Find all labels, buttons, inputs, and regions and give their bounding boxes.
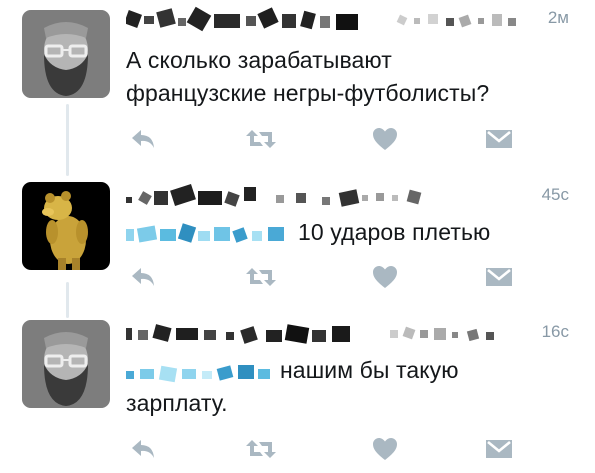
avatar[interactable] xyxy=(22,320,110,408)
tweet-time[interactable]: 2м xyxy=(548,8,569,28)
tweet-text-content: 10 ударов плетью xyxy=(298,219,491,245)
retweet-icon[interactable] xyxy=(244,434,278,464)
retweet-icon[interactable] xyxy=(244,124,278,154)
tweet-text-line: нашим бы такую xyxy=(126,354,565,387)
like-heart-icon[interactable] xyxy=(368,124,402,154)
redacted-username[interactable] xyxy=(126,6,426,34)
tweet-text-line: зарплату. xyxy=(126,390,228,416)
redacted-mention[interactable] xyxy=(126,359,276,385)
reply-icon[interactable] xyxy=(126,434,160,464)
direct-message-icon[interactable] xyxy=(482,434,516,464)
tweet-text-line: А сколько зарабатывают xyxy=(126,47,392,73)
tweet-actions xyxy=(126,262,526,292)
retweet-icon[interactable] xyxy=(244,262,278,292)
redacted-handle[interactable] xyxy=(388,322,518,346)
tweet-text: 10 ударов плетью xyxy=(126,216,565,249)
like-heart-icon[interactable] xyxy=(368,434,402,464)
tweet-actions xyxy=(126,434,526,464)
tweet-text-content: нашим бы такую xyxy=(280,357,459,383)
redacted-handle[interactable] xyxy=(358,185,448,209)
redacted-handle[interactable] xyxy=(394,8,564,32)
redacted-username[interactable] xyxy=(126,320,426,348)
avatar[interactable] xyxy=(22,10,110,98)
tweet-time[interactable]: 45с xyxy=(542,185,569,205)
direct-message-icon[interactable] xyxy=(482,262,516,292)
direct-message-icon[interactable] xyxy=(482,124,516,154)
tweet-time[interactable]: 16с xyxy=(542,322,569,342)
reply-icon[interactable] xyxy=(126,124,160,154)
thread-line xyxy=(66,282,69,318)
tweet-actions xyxy=(126,124,526,154)
reply-icon[interactable] xyxy=(126,262,160,292)
avatar[interactable] xyxy=(22,182,110,270)
tweet-text: А сколько зарабатывают французские негры… xyxy=(126,44,565,110)
redacted-mention[interactable] xyxy=(126,221,294,247)
tweet-text-line: французские негры-футболисты? xyxy=(126,80,490,106)
tweet-text: нашим бы такую зарплату. xyxy=(126,354,565,420)
like-heart-icon[interactable] xyxy=(368,262,402,292)
thread-line xyxy=(66,104,69,176)
